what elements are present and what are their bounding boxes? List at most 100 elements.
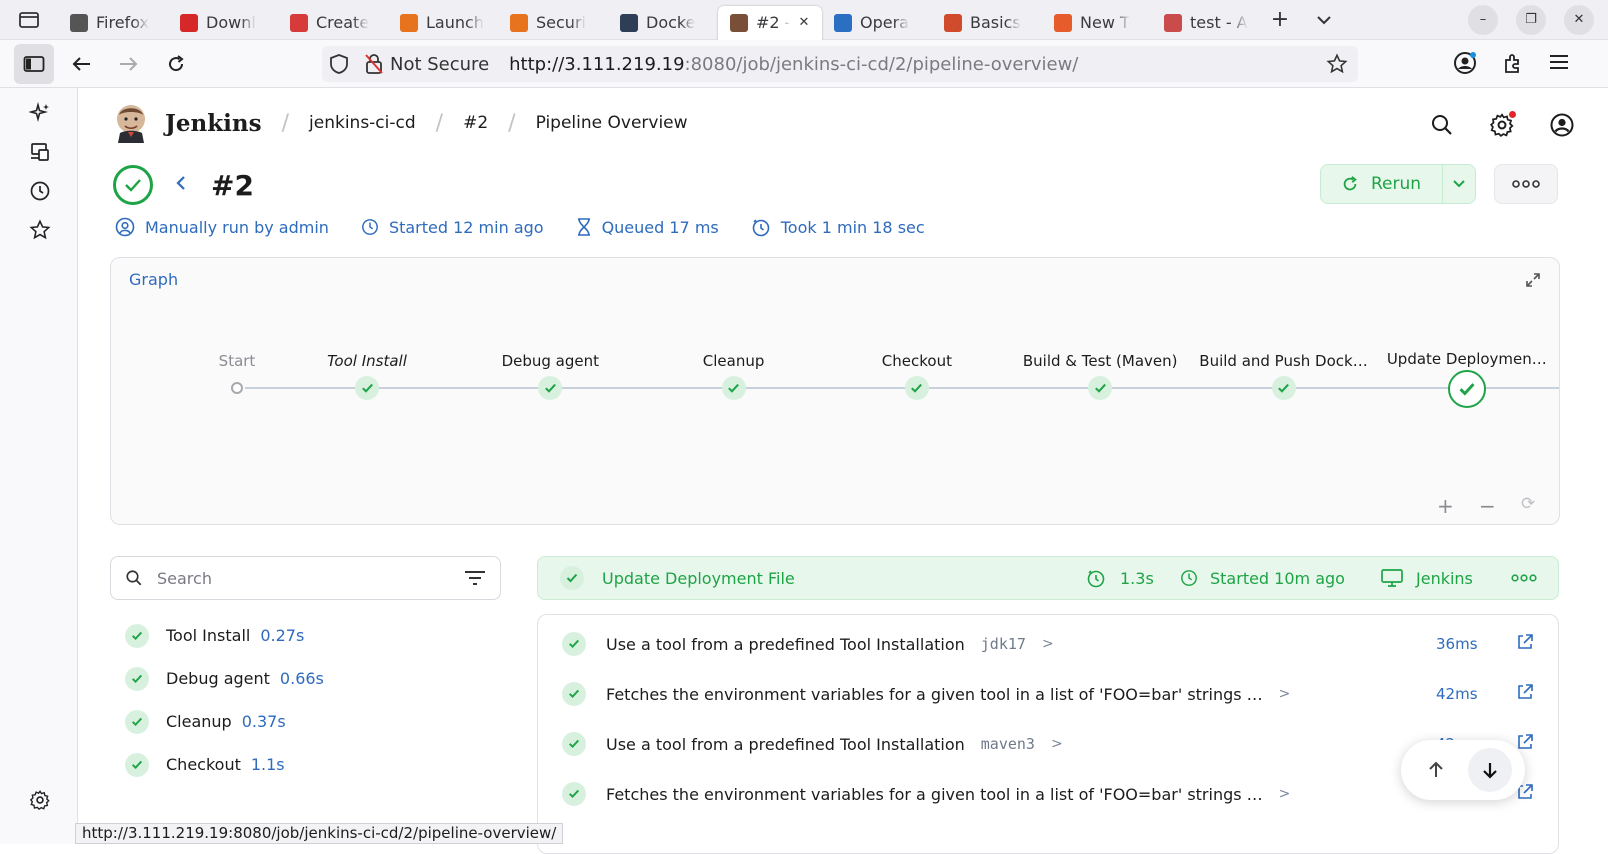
graph-stage-label[interactable]: Tool Install [327,352,407,370]
minimize-button[interactable]: – [1468,4,1498,35]
success-icon [125,752,149,777]
puzzle-icon [1505,54,1519,73]
jenkins-logo-icon[interactable] [113,103,149,143]
graph-stage-label[interactable]: Build and Push Dock… [1199,352,1367,370]
chevron-right-icon[interactable]: > [1042,636,1054,652]
tab-label: test - A [1190,13,1248,32]
extensions-button[interactable] [1502,52,1524,78]
graph-stage-node[interactable] [721,376,746,400]
open-log-button[interactable] [1516,683,1534,705]
browser-tab[interactable]: Create [278,6,388,40]
run-by[interactable]: Manually run by admin [115,217,329,237]
new-tab-button[interactable]: + [1262,7,1298,32]
breadcrumb-pipeline-overview[interactable]: Pipeline Overview [536,113,688,133]
step-row[interactable]: Fetches the environment variables for a … [538,669,1558,719]
graph-stage-node[interactable] [1447,370,1486,408]
more-horizontal-icon [1512,180,1540,188]
scroll-top-button[interactable] [1414,748,1458,792]
browser-tab[interactable]: New T [1042,6,1152,40]
user-account-button[interactable] [1546,109,1578,141]
restore-button[interactable]: ❐ [1516,4,1546,35]
run-more-actions-button[interactable] [1494,164,1558,204]
bookmarks-button[interactable] [27,217,53,243]
browser-tab[interactable]: Downl [168,6,278,40]
stage-more-button[interactable] [1511,574,1537,582]
browser-tab[interactable]: test - A [1152,6,1262,40]
check-icon [544,383,556,393]
account-button[interactable] [1452,50,1478,80]
history-button[interactable] [27,178,53,204]
browser-tab[interactable]: Basics [932,6,1042,40]
stage-list-item[interactable]: Checkout 1.1s [125,743,324,786]
insecure-lock-icon[interactable] [364,53,384,75]
sidebar-toggle-button[interactable] [14,43,54,84]
clock-icon [362,219,378,235]
step-row[interactable]: Use a tool from a predefined Tool Instal… [538,619,1558,669]
basics-icon [944,13,962,32]
forward-button[interactable] [108,44,148,84]
graph-stage-label[interactable]: Debug agent [502,352,599,370]
close-tab-icon[interactable]: ✕ [798,15,809,30]
search-button[interactable] [1426,109,1458,141]
rerun-button[interactable]: Rerun [1321,165,1444,203]
browser-tab[interactable]: Docke [608,6,718,40]
ai-chatbot-button[interactable] [27,100,53,126]
reset-zoom-button[interactable]: ⟳ [1521,494,1535,514]
zoom-in-button[interactable]: + [1437,494,1454,518]
filter-icon[interactable] [464,570,486,586]
browser-tab[interactable]: Firefox [58,6,168,40]
search-icon [1432,115,1452,135]
scroll-bottom-button[interactable] [1468,748,1512,792]
previous-build-button[interactable] [175,175,187,195]
graph-stage-label[interactable]: Update Deploymen… [1387,350,1547,368]
sidebar-settings-button[interactable] [27,787,53,813]
bookmark-star-icon[interactable] [1326,53,1348,75]
stage-list-item[interactable]: Cleanup 0.37s [125,700,324,743]
jenkins-title[interactable]: Jenkins [165,110,262,137]
chevron-right-icon[interactable]: > [1279,686,1291,702]
graph-stage-node[interactable] [538,376,563,400]
graph-stage-label[interactable]: Build & Test (Maven) [1023,352,1178,370]
zoom-out-button[interactable]: − [1479,494,1496,518]
stage-search [110,556,501,600]
graph-stage-node[interactable] [1271,376,1296,400]
graph-stage-label[interactable]: Cleanup [703,352,765,370]
manage-jenkins-button[interactable] [1486,109,1518,141]
tab-overview-button[interactable] [0,0,58,40]
graph-stage-node[interactable] [355,376,379,400]
graph-stage-node[interactable] [1088,376,1113,400]
not-secure-label[interactable]: Not Secure [390,54,489,75]
step-description: Use a tool from a predefined Tool Instal… [606,734,965,754]
stage-list-item[interactable]: Debug agent 0.66s [125,657,324,700]
browser-tab[interactable]: Launch [388,6,498,40]
external-link-icon [1518,734,1533,749]
browser-tab[interactable]: Opera [822,6,932,40]
browser-tab[interactable]: #2 - ✕ [718,5,822,40]
user-circle-icon [115,217,135,237]
stage-list-item[interactable]: Tool Install 0.27s [125,614,324,657]
stage-agent[interactable]: Jenkins [1380,568,1473,588]
chevron-right-icon[interactable]: > [1051,736,1063,752]
close-window-button[interactable]: ✕ [1564,4,1594,35]
open-log-button[interactable] [1516,633,1534,655]
breadcrumb-build[interactable]: #2 [463,113,488,133]
menu-button[interactable] [1548,52,1570,76]
graph-title: Graph [129,270,179,289]
reload-button[interactable] [156,44,196,84]
search-icon [126,570,142,586]
chevron-right-icon[interactable]: > [1279,786,1291,802]
synced-tabs-button[interactable] [27,139,53,165]
rerun-options-button[interactable] [1443,180,1475,188]
list-all-tabs-button[interactable] [1298,10,1350,29]
url-bar[interactable]: Not Secure http://3.111.219.19:8080/job/… [322,46,1358,82]
graph-stage-node[interactable] [904,376,929,400]
back-button[interactable] [62,44,102,84]
expand-graph-button[interactable] [1525,272,1541,292]
stage-search-input[interactable] [157,568,464,588]
create-icon [290,13,308,32]
step-duration: 42ms [1436,685,1478,703]
url-text[interactable]: http://3.111.219.19:8080/job/jenkins-ci-… [509,54,1078,75]
browser-tab[interactable]: Securi [498,6,608,40]
graph-stage-label[interactable]: Checkout [882,352,952,370]
breadcrumb-job[interactable]: jenkins-ci-cd [309,113,416,133]
